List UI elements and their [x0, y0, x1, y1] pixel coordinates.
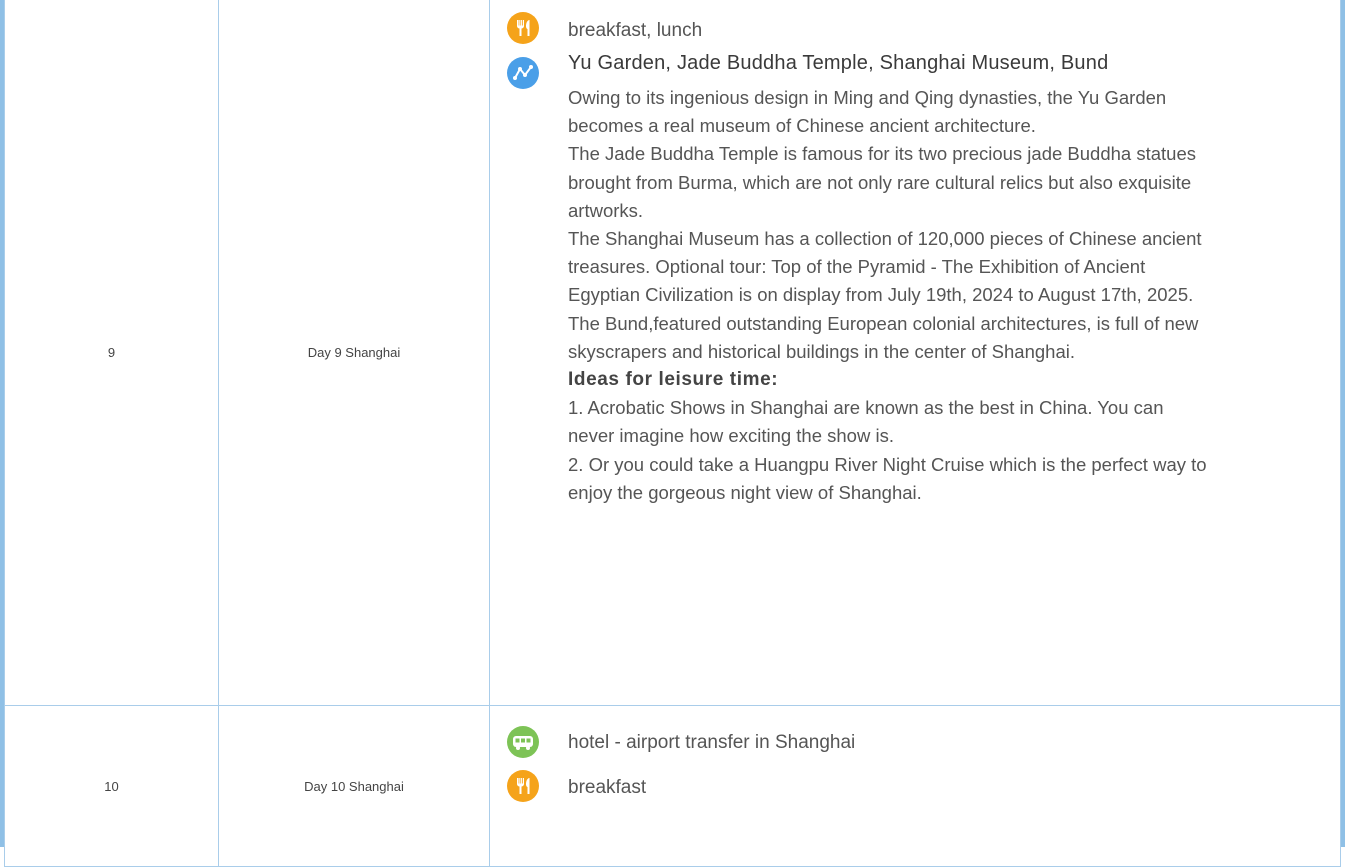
day-number-cell: 10 — [4, 705, 219, 867]
day-number-cell: 9 — [4, 0, 219, 706]
table-row: 9 Day 9 Shanghai breakfast, lunch Yu Gar… — [4, 0, 1341, 706]
day-title-cell: Day 10 Shanghai — [218, 705, 490, 867]
meal-icon — [507, 770, 539, 802]
meal-icon — [507, 12, 539, 44]
day-detail-cell: hotel - airport transfer in Shanghai bre… — [489, 705, 1341, 867]
day-detail-cell: breakfast, lunch Yu Garden, Jade Buddha … — [489, 0, 1341, 706]
table-row: 10 Day 10 Shanghai hotel - airport trans… — [4, 705, 1341, 867]
transfer-text: hotel - airport transfer in Shanghai — [568, 732, 856, 753]
leisure-item: 2. Or you could take a Huangpu River Nig… — [568, 453, 1207, 503]
sight-paragraph: The Bund,featured outstanding European c… — [568, 312, 1199, 362]
route-icon — [507, 57, 539, 89]
sight-paragraph: The Shanghai Museum has a collection of … — [568, 228, 1202, 306]
day-number: 9 — [107, 345, 116, 360]
meals-text: breakfast — [568, 777, 647, 798]
sight-paragraph: The Jade Buddha Temple is famous for its… — [568, 143, 1196, 221]
itinerary-table: 9 Day 9 Shanghai breakfast, lunch Yu Gar… — [4, 0, 1341, 867]
sight-paragraph: Owing to its ingenious design in Ming an… — [568, 87, 1167, 137]
day-title-cell: Day 9 Shanghai — [218, 0, 490, 706]
day-title: Day 9 Shanghai — [307, 345, 401, 360]
day-title: Day 10 Shanghai — [304, 778, 404, 794]
bus-icon — [507, 726, 539, 758]
sights-description: Owing to its ingenious design in Ming an… — [568, 84, 1208, 507]
leisure-item: 1. Acrobatic Shows in Shanghai are known… — [568, 397, 1164, 447]
meals-text: breakfast, lunch — [568, 20, 703, 41]
leisure-heading: Ideas for leisure time: — [568, 369, 779, 391]
day-number: 10 — [104, 778, 119, 794]
sights-title: Yu Garden, Jade Buddha Temple, Shanghai … — [568, 52, 1109, 74]
